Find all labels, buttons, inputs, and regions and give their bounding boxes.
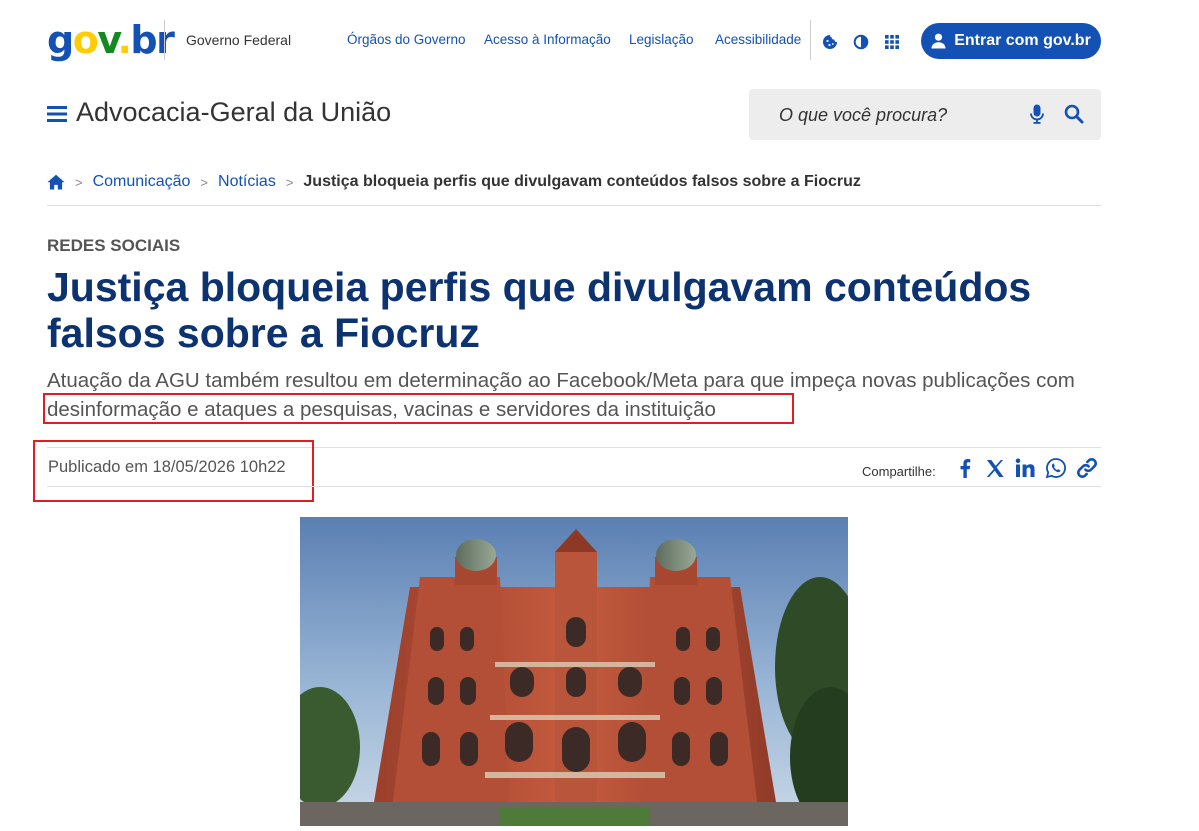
logo-letter-v: v xyxy=(97,18,119,62)
logo-letter-b: b xyxy=(130,18,157,62)
user-icon xyxy=(931,33,946,49)
contrast-icon[interactable] xyxy=(853,34,869,50)
article-title: Justiça bloqueia perfis que divulgavam c… xyxy=(47,264,1032,356)
whatsapp-icon[interactable] xyxy=(1045,457,1067,479)
header-divider xyxy=(164,20,165,60)
divider xyxy=(47,486,1101,487)
link-icon[interactable] xyxy=(1076,457,1098,479)
search-bar xyxy=(749,89,1101,140)
breadcrumb: > Comunicação > Notícias > Justiça bloqu… xyxy=(47,171,861,193)
chevron-right-icon: > xyxy=(200,174,209,190)
login-button-label: Entrar com gov.br xyxy=(954,32,1091,49)
fiocruz-castle-photo xyxy=(300,517,848,826)
link-acesso-informacao[interactable]: Acesso à Informação xyxy=(484,32,611,47)
chevron-right-icon: > xyxy=(75,174,83,190)
login-button[interactable]: Entrar com gov.br xyxy=(921,23,1101,59)
header-divider-2 xyxy=(810,20,811,60)
top-header: gov.br Governo Federal Órgãos do Governo… xyxy=(0,0,1199,82)
link-orgaos-governo[interactable]: Órgãos do Governo xyxy=(347,32,466,47)
microphone-icon[interactable] xyxy=(1029,104,1045,124)
chevron-right-icon: > xyxy=(285,174,294,190)
article-category: REDES SOCIAIS xyxy=(47,236,181,255)
home-icon[interactable] xyxy=(47,174,65,190)
breadcrumb-noticias[interactable]: Notícias xyxy=(218,173,276,191)
breadcrumb-comunicacao[interactable]: Comunicação xyxy=(93,173,191,191)
logo-letter-g: g xyxy=(47,18,74,62)
search-input[interactable] xyxy=(779,102,1019,128)
logo-dot: . xyxy=(117,18,131,62)
link-legislacao[interactable]: Legislação xyxy=(629,32,694,47)
cookie-icon[interactable] xyxy=(822,34,838,50)
divider xyxy=(47,205,1101,206)
facebook-icon[interactable] xyxy=(954,457,976,479)
linkedin-icon[interactable] xyxy=(1014,457,1036,479)
share-label: Compartilhe: xyxy=(862,464,936,479)
x-icon[interactable] xyxy=(984,457,1006,479)
gov-br-logo[interactable]: gov.br xyxy=(47,18,175,62)
government-label: Governo Federal xyxy=(186,32,292,48)
logo-letter-o: o xyxy=(72,18,99,62)
hamburger-menu-icon[interactable] xyxy=(47,104,67,124)
highlight-box-date xyxy=(33,440,314,502)
site-title[interactable]: Advocacia-Geral da União xyxy=(76,97,391,128)
search-icon[interactable] xyxy=(1064,104,1084,124)
highlight-box-subtitle xyxy=(43,393,794,424)
breadcrumb-current: Justiça bloqueia perfis que divulgavam c… xyxy=(303,173,861,190)
link-acessibilidade[interactable]: Acessibilidade xyxy=(715,32,801,47)
apps-grid-icon[interactable] xyxy=(884,34,900,50)
